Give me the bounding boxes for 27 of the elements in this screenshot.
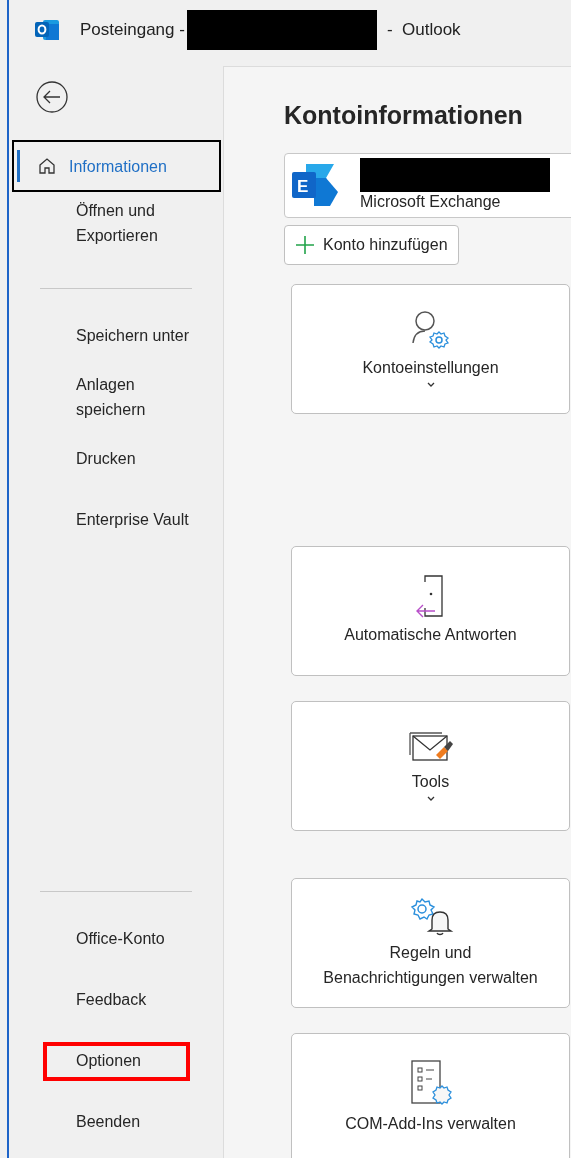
account-type: Microsoft Exchange	[360, 192, 502, 212]
nav-item[interactable]: Feedback	[76, 987, 147, 1012]
nav-item[interactable]: Enterprise Vault	[76, 507, 189, 532]
tile-button[interactable]: Automatische Antworten	[291, 545, 570, 676]
nav-item[interactable]: Beenden	[76, 1109, 141, 1134]
window-title: Posteingang -	[80, 19, 185, 42]
page-heading: Kontoinformationen	[284, 100, 524, 131]
window-title: - Outlook	[386, 19, 461, 42]
outlook-logo-icon	[34, 18, 60, 42]
nav-item[interactable]: Informationen	[37, 153, 167, 179]
back-button[interactable]	[35, 80, 69, 114]
nav-item[interactable]: Drucken	[76, 446, 136, 471]
add-account-button[interactable]: Konto hinzufügen	[284, 224, 459, 265]
nav-item[interactable]: Speichern unter	[76, 323, 189, 348]
plus-icon	[295, 234, 315, 255]
nav-item[interactable]: Office-Konto	[76, 926, 165, 951]
home-icon	[37, 156, 57, 176]
person-gear-icon	[410, 309, 451, 351]
tile-button[interactable]: Kontoeinstellungen	[291, 283, 570, 414]
tile-button[interactable]: Regeln und Benachrichtigungen verwalten	[291, 877, 570, 1008]
nav-item[interactable]: Anlagen speichern	[76, 372, 146, 422]
list-gear-icon	[408, 1059, 453, 1107]
selection-bar	[17, 150, 20, 182]
tile-button[interactable]: COM-Add-Ins verwalten	[291, 1032, 570, 1158]
nav-item[interactable]: Öffnen und Exportieren	[76, 198, 158, 248]
nav-item[interactable]: Optionen	[76, 1048, 141, 1073]
tile-button[interactable]: Tools	[291, 700, 570, 831]
